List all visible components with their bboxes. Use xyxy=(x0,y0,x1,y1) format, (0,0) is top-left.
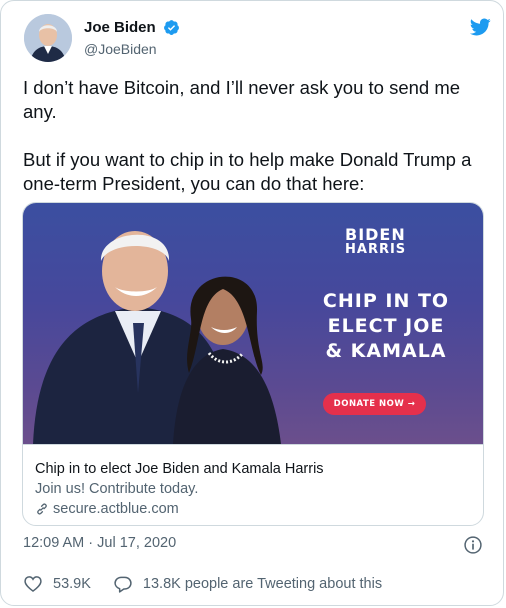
heart-icon xyxy=(24,576,42,593)
link-icon xyxy=(37,503,47,515)
like-count: 53.9K xyxy=(53,576,91,592)
tweet-header: Joe Biden @JoeBiden xyxy=(22,13,492,63)
promo-line: ELECT JOE xyxy=(327,315,445,337)
card-description: Join us! Contribute today. xyxy=(35,481,199,497)
card-image[interactable]: BIDEN HARRIS CHIP IN TO ELECT JOE & KAMA… xyxy=(23,203,483,444)
verified-badge-icon xyxy=(164,20,180,36)
like-stat[interactable]: 53.9K xyxy=(23,574,91,594)
tweet-stats: 53.9K 13.8K people are Tweeting about th… xyxy=(23,573,382,595)
tweeting-stat[interactable]: 13.8K people are Tweeting about this xyxy=(113,574,382,594)
twitter-bird-icon[interactable] xyxy=(468,16,492,38)
promo-line: CHIP IN TO xyxy=(322,290,450,312)
biden-harris-logo: BIDEN HARRIS xyxy=(345,225,406,257)
link-preview-card[interactable]: BIDEN HARRIS CHIP IN TO ELECT JOE & KAMA… xyxy=(22,202,484,526)
user-handle[interactable]: @JoeBiden xyxy=(84,41,180,57)
donate-now-button[interactable]: DONATE NOW → xyxy=(323,393,426,415)
speech-bubble-icon xyxy=(114,576,132,593)
tweet-timestamp[interactable]: 12:09 AM · Jul 17, 2020 xyxy=(23,535,176,551)
tweet-text: I don’t have Bitcoin, and I’ll never ask… xyxy=(23,76,485,220)
avatar[interactable] xyxy=(24,14,72,62)
info-icon[interactable] xyxy=(463,535,483,555)
tweet-paragraph: I don’t have Bitcoin, and I’ll never ask… xyxy=(23,77,461,122)
card-domain-text: secure.actblue.com xyxy=(53,501,179,517)
promo-headline: CHIP IN TO ELECT JOE & KAMALA xyxy=(306,289,466,364)
card-domain: secure.actblue.com xyxy=(35,499,471,519)
card-meta[interactable]: Chip in to elect Joe Biden and Kamala Ha… xyxy=(23,444,483,525)
display-name[interactable]: Joe Biden xyxy=(84,19,156,36)
tweeting-text: 13.8K people are Tweeting about this xyxy=(142,576,383,592)
tweet-paragraph: But if you want to chip in to help make … xyxy=(23,149,472,194)
tweet-card: Joe Biden @JoeBiden I don’t have Bitcoin… xyxy=(0,0,504,606)
logo-harris: HARRIS xyxy=(345,242,407,257)
promo-line: & KAMALA xyxy=(325,340,447,362)
card-title: Chip in to elect Joe Biden and Kamala Ha… xyxy=(35,461,324,477)
user-names: Joe Biden @JoeBiden xyxy=(84,19,180,57)
